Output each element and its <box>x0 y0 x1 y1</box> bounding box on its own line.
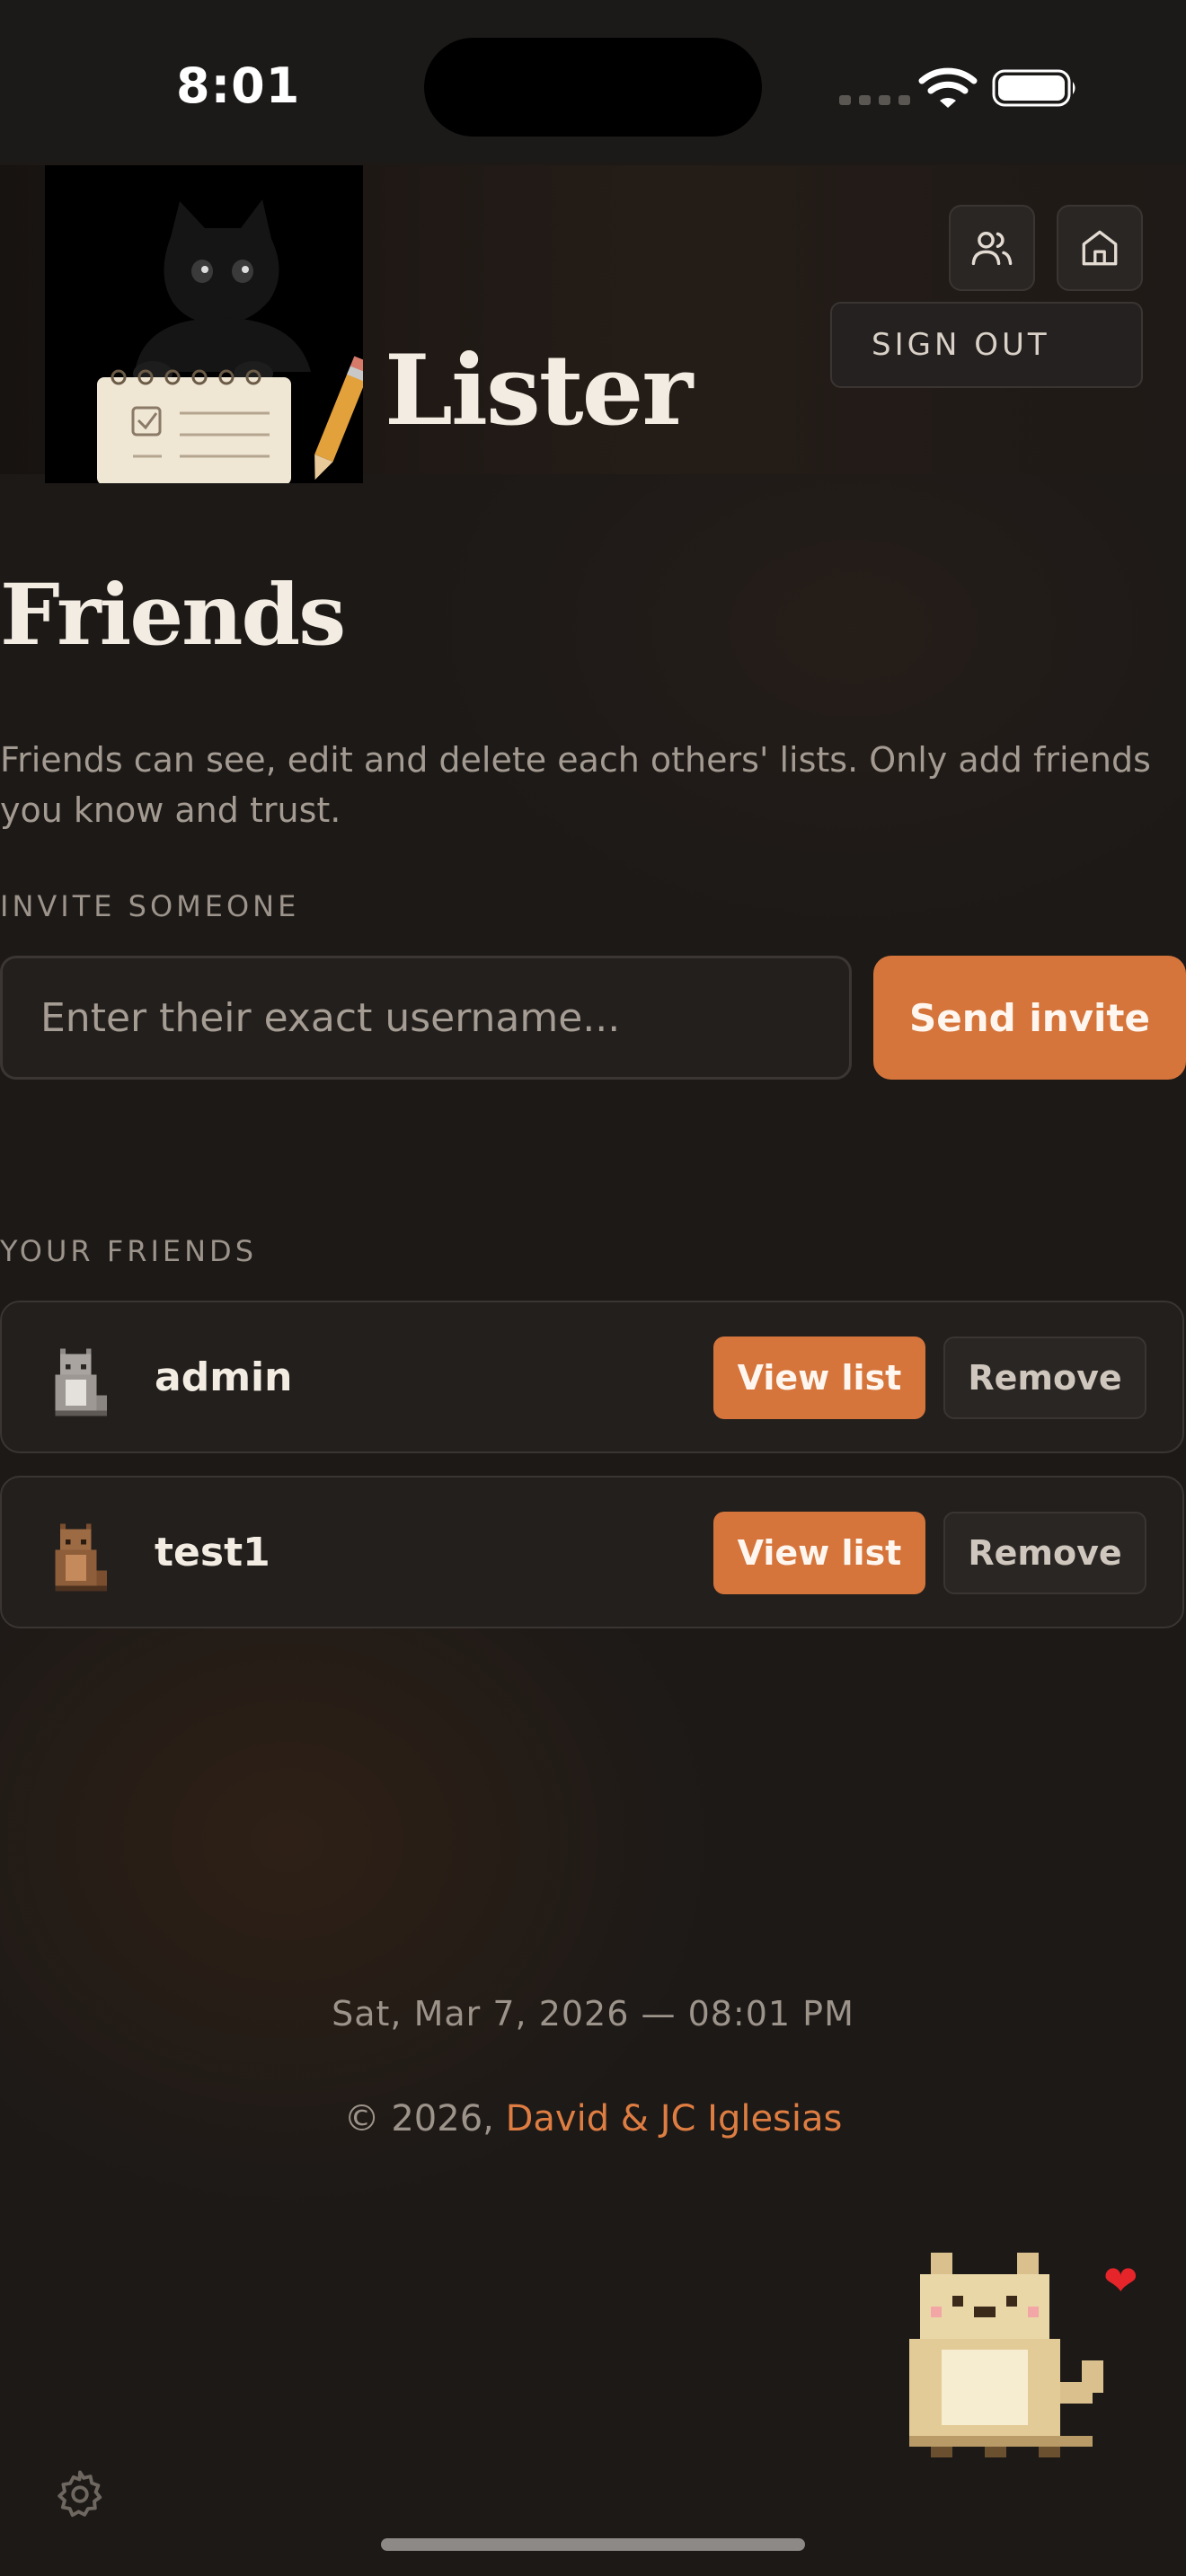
cat-notepad-logo <box>45 165 363 483</box>
friends-section-label: YOUR FRIENDS <box>0 1234 257 1268</box>
send-invite-button[interactable]: Send invite <box>873 956 1186 1080</box>
remove-friend-button[interactable]: Remove <box>943 1337 1146 1419</box>
footer-copyright: © 2026, David & JC Iglesias <box>0 2098 1186 2139</box>
friend-name: test1 <box>155 1530 270 1575</box>
footer-datetime: Sat, Mar 7, 2026 — 08:01 PM <box>332 1994 854 2033</box>
avatar <box>55 1523 107 1592</box>
username-input[interactable] <box>0 956 852 1080</box>
battery-icon <box>992 69 1075 107</box>
remove-friend-button[interactable]: Remove <box>943 1512 1146 1594</box>
sign-out-button[interactable]: SIGN OUT <box>830 302 1143 388</box>
app-logo[interactable] <box>45 165 363 483</box>
view-list-button[interactable]: View list <box>713 1337 925 1419</box>
friends-icon <box>971 232 1013 266</box>
avatar <box>55 1348 107 1416</box>
wifi-icon <box>918 67 978 108</box>
pixel-cat-mascot[interactable] <box>898 2238 1136 2483</box>
authors-link[interactable]: David & JC Iglesias <box>506 2098 843 2139</box>
home-button[interactable] <box>1057 205 1143 291</box>
heart-icon: ❤ <box>1103 2256 1138 2305</box>
view-list-button[interactable]: View list <box>713 1512 925 1594</box>
friend-row: test1 View list Remove <box>0 1476 1184 1628</box>
app-title: Lister <box>385 334 693 447</box>
home-indicator <box>381 2538 805 2551</box>
invite-section-label: INVITE SOMEONE <box>0 889 300 923</box>
gear-icon[interactable] <box>52 2466 108 2522</box>
friend-name: admin <box>155 1354 293 1400</box>
friends-button[interactable] <box>949 205 1035 291</box>
page-description: Friends can see, edit and delete each ot… <box>0 740 1151 830</box>
copyright-text: © 2026, <box>343 2098 494 2139</box>
status-time: 8:01 <box>176 57 301 114</box>
dynamic-island <box>424 38 762 137</box>
signal-icon <box>839 95 910 105</box>
home-icon <box>1082 230 1118 266</box>
friend-row: admin View list Remove <box>0 1301 1184 1453</box>
page-title: Friends <box>0 566 346 665</box>
